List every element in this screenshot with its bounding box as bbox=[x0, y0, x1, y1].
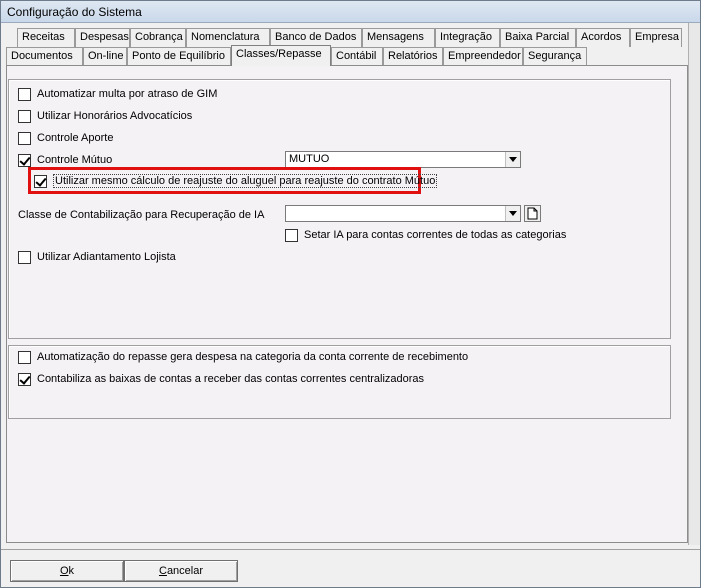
tab-relatorios[interactable]: Relatórios bbox=[383, 47, 443, 66]
mutuo-combo[interactable]: MUTUO bbox=[285, 151, 521, 168]
adiantamento-checkbox[interactable] bbox=[18, 250, 31, 264]
contabiliza-checkbox[interactable] bbox=[18, 372, 31, 386]
gera-despesa-checkbox[interactable] bbox=[18, 350, 31, 364]
gera-despesa-option[interactable]: Automatização do repasse gera despesa na… bbox=[18, 349, 468, 365]
button-bar: Ok Cancelar bbox=[1, 549, 700, 587]
mutuo-checkbox[interactable] bbox=[18, 153, 31, 167]
window-title: Configuração do Sistema bbox=[7, 5, 142, 19]
tab-mensagens[interactable]: Mensagens bbox=[362, 28, 435, 47]
aporte-checkbox[interactable] bbox=[18, 131, 31, 145]
tab-receitas[interactable]: Receitas bbox=[17, 28, 75, 47]
reajuste-label: Utilizar mesmo cálculo de reajuste do al… bbox=[53, 174, 438, 188]
multa-gim-option[interactable]: Automatizar multa por atraso de GIM bbox=[18, 86, 217, 102]
reajuste-checkbox[interactable] bbox=[34, 174, 47, 188]
setar-ia-option[interactable]: Setar IA para contas correntes de todas … bbox=[285, 227, 566, 243]
adiantamento-label: Utilizar Adiantamento Lojista bbox=[37, 251, 176, 263]
multa-gim-label: Automatizar multa por atraso de GIM bbox=[37, 88, 218, 100]
tab-classes-repasse[interactable]: Classes/Repasse bbox=[231, 45, 331, 66]
honorarios-checkbox[interactable] bbox=[18, 109, 31, 123]
ok-button[interactable]: Ok bbox=[10, 560, 124, 582]
document-icon bbox=[527, 207, 538, 220]
multa-gim-checkbox[interactable] bbox=[18, 87, 31, 101]
tab-ponto-de-equilibrio[interactable]: Ponto de Equilíbrio bbox=[127, 47, 231, 66]
setar-ia-label: Setar IA para contas correntes de todas … bbox=[304, 229, 567, 241]
new-document-button[interactable] bbox=[524, 205, 541, 222]
aporte-option[interactable]: Controle Aporte bbox=[18, 130, 113, 146]
classe-ia-combo[interactable] bbox=[285, 205, 521, 222]
reajuste-option[interactable]: Utilizar mesmo cálculo de reajuste do al… bbox=[34, 173, 438, 189]
gera-despesa-label: Automatização do repasse gera despesa na… bbox=[37, 351, 469, 363]
classe-ia-label: Classe de Contabilização para Recuperaçã… bbox=[18, 209, 265, 221]
tab-documentos[interactable]: Documentos bbox=[6, 47, 83, 66]
aporte-label: Controle Aporte bbox=[37, 132, 114, 144]
tab-contabil[interactable]: Contábil bbox=[331, 47, 383, 66]
tab-on-line[interactable]: On-line bbox=[83, 47, 127, 66]
tab-baixa-parcial[interactable]: Baixa Parcial bbox=[500, 28, 576, 47]
tab-cobranca[interactable]: Cobrança bbox=[130, 28, 186, 47]
contabiliza-option[interactable]: Contabiliza as baixas de contas a recebe… bbox=[18, 371, 424, 387]
tab-empreendedor[interactable]: Empreendedor bbox=[443, 47, 523, 66]
adiantamento-option[interactable]: Utilizar Adiantamento Lojista bbox=[18, 249, 176, 265]
honorarios-label: Utilizar Honorários Advocatícios bbox=[37, 110, 193, 122]
right-edge-scrollbar[interactable] bbox=[688, 23, 700, 545]
mutuo-label: Controle Mútuo bbox=[37, 154, 113, 166]
tab-empresa[interactable]: Empresa bbox=[630, 28, 682, 47]
contabiliza-label: Contabiliza as baixas de contas a recebe… bbox=[37, 373, 425, 385]
tab-integracao[interactable]: Integração bbox=[435, 28, 500, 47]
chevron-down-icon[interactable] bbox=[505, 206, 520, 221]
mutuo-combo-value: MUTUO bbox=[289, 153, 330, 165]
tab-despesas[interactable]: Despesas bbox=[75, 28, 130, 47]
setar-ia-checkbox[interactable] bbox=[285, 228, 298, 242]
tab-acordos[interactable]: Acordos bbox=[576, 28, 630, 47]
honorarios-option[interactable]: Utilizar Honorários Advocatícios bbox=[18, 108, 192, 124]
cancel-button[interactable]: Cancelar bbox=[124, 560, 238, 582]
tab-seguranca[interactable]: Segurança bbox=[523, 47, 587, 66]
chevron-down-icon[interactable] bbox=[505, 152, 520, 167]
mutuo-option[interactable]: Controle Mútuo bbox=[18, 152, 112, 168]
title-bar: Configuração do Sistema bbox=[1, 1, 700, 23]
config-window: Configuração do Sistema Receitas Despesa… bbox=[0, 0, 701, 588]
